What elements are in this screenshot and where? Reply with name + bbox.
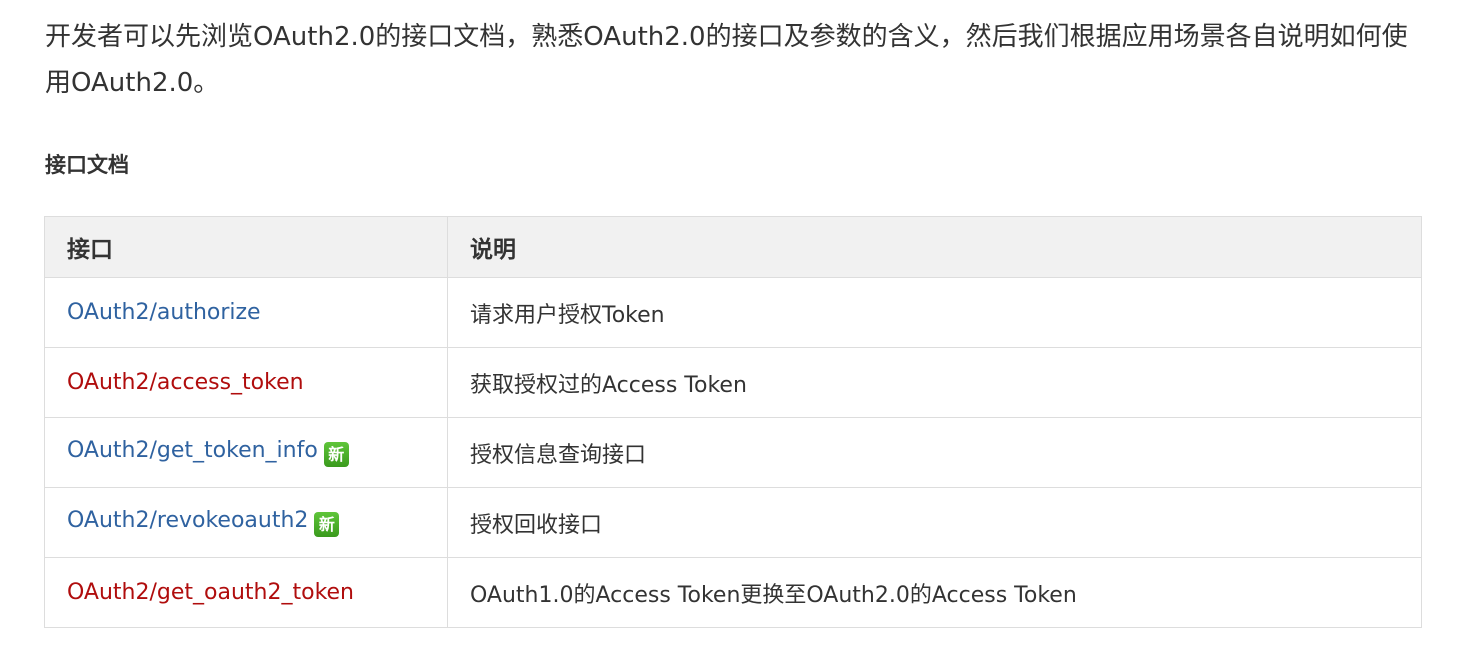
table-row: OAuth2/get_oauth2_token OAuth1.0的Access … bbox=[44, 557, 1422, 628]
api-cell: OAuth2/authorize bbox=[44, 277, 448, 348]
intro-paragraph: 开发者可以先浏览OAuth2.0的接口文档，熟悉OAuth2.0的接口及参数的含… bbox=[45, 22, 1408, 98]
api-cell: OAuth2/get_oauth2_token bbox=[44, 557, 448, 628]
description-cell: 获取授权过的Access Token bbox=[447, 347, 1422, 418]
api-cell: OAuth2/access_token bbox=[44, 347, 448, 418]
table-row: OAuth2/authorize 请求用户授权Token bbox=[44, 277, 1422, 348]
api-link-authorize[interactable]: OAuth2/authorize bbox=[67, 300, 261, 325]
api-link-access-token[interactable]: OAuth2/access_token bbox=[67, 370, 304, 395]
description-cell: 授权信息查询接口 bbox=[447, 417, 1422, 488]
description-cell: 请求用户授权Token bbox=[447, 277, 1422, 348]
api-link-revokeoauth2[interactable]: OAuth2/revokeoauth2 bbox=[67, 508, 308, 533]
api-table: 接口 说明 OAuth2/authorize 请求用户授权Token OAuth… bbox=[44, 216, 1422, 628]
table-row: OAuth2/revokeoauth2 新 授权回收接口 bbox=[44, 487, 1422, 558]
api-cell: OAuth2/revokeoauth2 新 bbox=[44, 487, 448, 558]
column-header-description: 说明 bbox=[447, 216, 1422, 278]
column-header-api: 接口 bbox=[44, 216, 448, 278]
description-cell: OAuth1.0的Access Token更换至OAuth2.0的Access … bbox=[447, 557, 1422, 628]
api-link-get-token-info[interactable]: OAuth2/get_token_info bbox=[67, 438, 318, 463]
api-link-get-oauth2-token[interactable]: OAuth2/get_oauth2_token bbox=[67, 580, 354, 605]
section-heading: 接口文档 bbox=[45, 153, 129, 177]
table-row: OAuth2/access_token 获取授权过的Access Token bbox=[44, 347, 1422, 418]
table-row: OAuth2/get_token_info 新 授权信息查询接口 bbox=[44, 417, 1422, 488]
new-badge-icon: 新 bbox=[323, 442, 349, 467]
api-cell: OAuth2/get_token_info 新 bbox=[44, 417, 448, 488]
table-header-row: 接口 说明 bbox=[44, 216, 1422, 278]
description-cell: 授权回收接口 bbox=[447, 487, 1422, 558]
new-badge-icon: 新 bbox=[314, 512, 340, 537]
